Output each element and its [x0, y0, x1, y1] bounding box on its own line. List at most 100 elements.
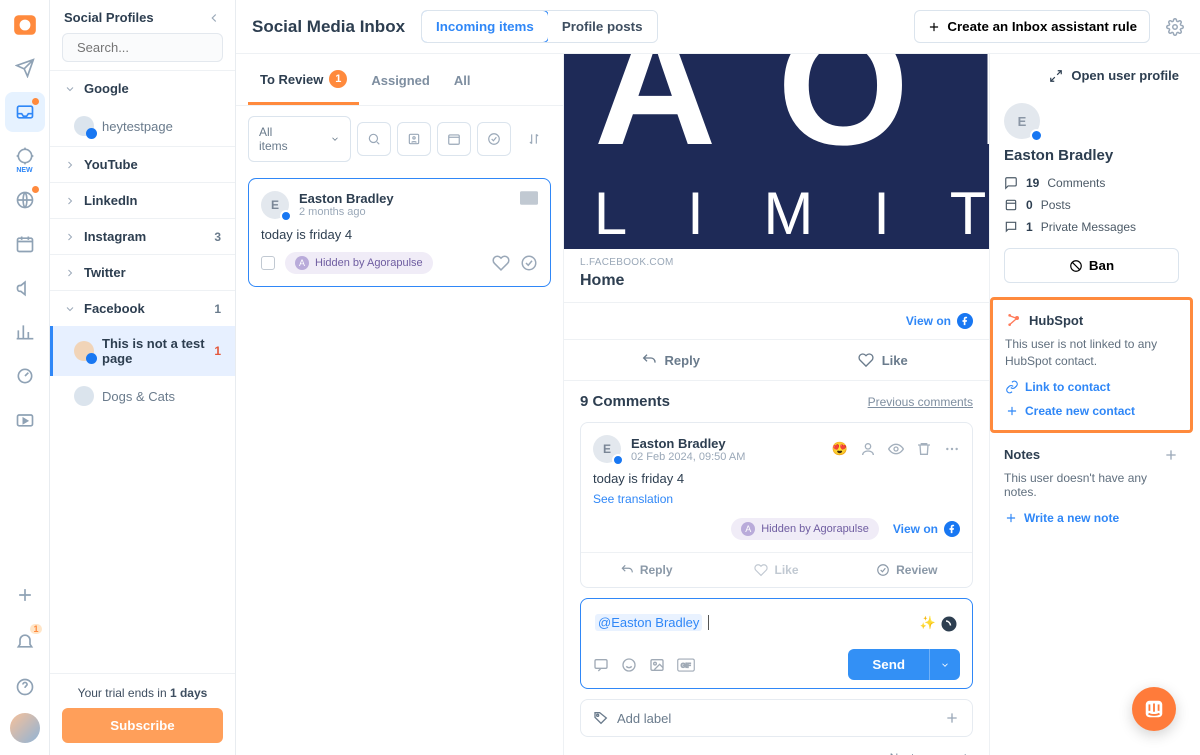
comment-review[interactable]: Review: [842, 563, 972, 577]
see-translation-link[interactable]: See translation: [593, 492, 673, 506]
group-twitter[interactable]: Twitter: [50, 255, 235, 290]
link-host: L.FACEBOOK.COM: [580, 257, 973, 268]
filter-check-icon[interactable]: [477, 122, 511, 156]
group-label: LinkedIn: [84, 193, 137, 208]
filter-sort-icon[interactable]: [517, 122, 551, 156]
inbox-tab-to-review[interactable]: To Review 1: [248, 54, 359, 105]
group-facebook[interactable]: Facebook 1: [50, 291, 235, 326]
hidden-chip: AHidden by Agorapulse: [285, 252, 433, 274]
filter-search-icon[interactable]: [357, 122, 391, 156]
heart-icon[interactable]: [492, 254, 510, 272]
inbox-tab-assigned[interactable]: Assigned: [359, 54, 442, 105]
reaction-love-icon[interactable]: 😍: [832, 441, 848, 457]
hidden-chip: AHidden by Agorapulse: [731, 518, 879, 540]
comment-like[interactable]: Like: [711, 563, 841, 577]
plus-icon: [927, 20, 941, 34]
intercom-launcher[interactable]: [1132, 687, 1176, 731]
add-icon[interactable]: [5, 575, 45, 615]
profile-item-heytestpage[interactable]: heytestpage: [50, 106, 235, 146]
user-avatar[interactable]: [10, 713, 40, 743]
group-count: 3: [214, 230, 221, 244]
collapse-sidebar-icon[interactable]: [207, 11, 221, 25]
message-body: today is friday 4: [261, 227, 538, 242]
add-note-icon[interactable]: [1163, 447, 1179, 463]
gif-icon[interactable]: GIF: [677, 658, 695, 672]
add-label-plus-icon[interactable]: [944, 710, 960, 726]
next-comments-link[interactable]: Next comments: [564, 743, 989, 755]
profiles-search-input[interactable]: [77, 40, 253, 55]
assign-icon[interactable]: [860, 441, 876, 457]
emoji-icon[interactable]: [621, 657, 637, 673]
profile-item-dogscats[interactable]: Dogs & Cats: [50, 376, 235, 416]
nav-calendar-icon[interactable]: [5, 224, 45, 264]
comment-reply[interactable]: Reply: [581, 563, 711, 577]
nav-library-icon[interactable]: [5, 400, 45, 440]
inbox-message-card[interactable]: E Easton Bradley 2 months ago today is f…: [248, 178, 551, 287]
group-count: 1: [214, 302, 221, 316]
delete-icon[interactable]: [916, 441, 932, 457]
send-button[interactable]: Send: [848, 649, 929, 680]
notes-title: Notes: [1004, 447, 1040, 462]
image-icon[interactable]: [649, 657, 665, 673]
review-check-icon[interactable]: [520, 254, 538, 272]
action-reply[interactable]: Reply: [564, 340, 777, 380]
saved-reply-icon[interactable]: [940, 615, 958, 633]
ai-suggest-icon[interactable]: ✨: [920, 615, 936, 633]
subscribe-button[interactable]: Subscribe: [62, 708, 223, 743]
svg-text:A O I: A O I: [594, 54, 989, 180]
tab-incoming[interactable]: Incoming items: [421, 10, 549, 43]
group-google[interactable]: Google: [50, 71, 235, 106]
badge: 1: [329, 70, 347, 88]
profiles-search[interactable]: [62, 33, 223, 62]
hubspot-text: This user is not linked to any HubSpot c…: [1005, 336, 1178, 370]
hubspot-title: HubSpot: [1029, 313, 1083, 328]
group-instagram[interactable]: Instagram3: [50, 219, 235, 254]
nav-inbox-icon[interactable]: [5, 92, 45, 132]
link-icon: [1005, 380, 1019, 394]
action-like[interactable]: Like: [777, 340, 990, 380]
view-on-link[interactable]: View on: [893, 521, 960, 537]
more-icon[interactable]: [944, 441, 960, 457]
comment-card: E Easton Bradley 02 Feb 2024, 09:50 AM 😍: [580, 422, 973, 588]
hubspot-icon: [1005, 312, 1021, 328]
filter-select[interactable]: All items: [248, 116, 351, 162]
filter-date-icon[interactable]: [437, 122, 471, 156]
view-on-link[interactable]: View on: [906, 313, 973, 329]
help-icon[interactable]: [5, 667, 45, 707]
previous-comments-link[interactable]: Previous comments: [868, 395, 973, 409]
nav-globe-icon[interactable]: [5, 180, 45, 220]
ban-button[interactable]: Ban: [1004, 248, 1179, 283]
message-author: Easton Bradley: [299, 191, 394, 206]
write-note[interactable]: Write a new note: [1004, 511, 1179, 525]
create-rule-label: Create an Inbox assistant rule: [947, 19, 1137, 34]
comment-body: today is friday 4: [593, 471, 960, 486]
group-youtube[interactable]: YouTube: [50, 147, 235, 182]
nav-megaphone-icon[interactable]: [5, 268, 45, 308]
create-new-contact[interactable]: Create new contact: [1005, 404, 1178, 418]
link-to-contact[interactable]: Link to contact: [1005, 380, 1178, 394]
settings-icon[interactable]: [1166, 18, 1184, 36]
nav-send-icon[interactable]: [5, 48, 45, 88]
open-user-profile[interactable]: Open user profile: [1004, 68, 1179, 83]
select-checkbox[interactable]: [261, 256, 275, 270]
reply-box[interactable]: @Easton Bradley ✨ GIF Send: [580, 598, 973, 689]
hide-icon[interactable]: [888, 441, 904, 457]
inbox-tab-all[interactable]: All: [442, 54, 483, 105]
tab-label: To Review: [260, 72, 323, 87]
chat-icon[interactable]: [593, 657, 609, 673]
notes-text: This user doesn't have any notes.: [1004, 471, 1179, 499]
tab-profile-posts[interactable]: Profile posts: [548, 11, 657, 42]
nav-listening-icon[interactable]: NEW: [5, 136, 45, 176]
notifications-icon[interactable]: 1: [5, 621, 45, 661]
filter-user-icon[interactable]: [397, 122, 431, 156]
nav-reports-icon[interactable]: [5, 312, 45, 352]
profile-item-testpage[interactable]: This is not a test page 1: [50, 326, 235, 376]
add-label-row[interactable]: Add label: [580, 699, 973, 737]
group-linkedin[interactable]: LinkedIn: [50, 183, 235, 218]
avatar: E: [593, 435, 621, 463]
create-rule-button[interactable]: Create an Inbox assistant rule: [914, 10, 1150, 43]
nav-dashboard-icon[interactable]: [5, 356, 45, 396]
group-label: Facebook: [84, 301, 145, 316]
trial-text: Your trial ends in 1 days: [62, 686, 223, 700]
send-dropdown[interactable]: [929, 649, 960, 680]
